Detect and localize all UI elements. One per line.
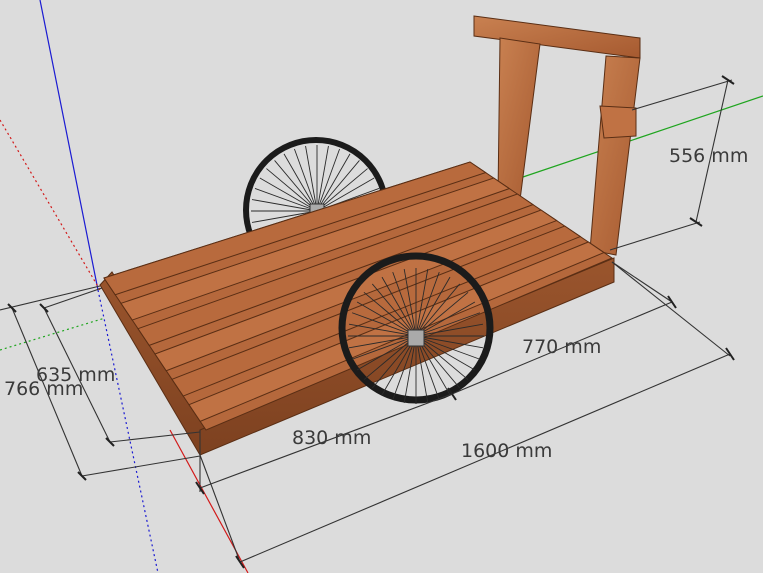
- cart-bed[interactable]: [99, 161, 615, 457]
- front-wheel-hub: [407, 329, 425, 347]
- red-axis-dotted: [0, 119, 101, 291]
- dim-label-overall-width: 766 mm: [4, 378, 83, 400]
- handle-bracket: [599, 105, 637, 139]
- model-viewport[interactable]: 556 mm 770 mm 830 mm 1600 mm 635 mm 766 …: [0, 0, 763, 573]
- dim-label-wheel-offset: 830 mm: [292, 427, 371, 449]
- dim-label-height: 556 mm: [669, 145, 748, 167]
- scene-canvas[interactable]: 556 mm 770 mm 830 mm 1600 mm 635 mm 766 …: [0, 0, 763, 573]
- blue-axis-line: [39, 0, 99, 291]
- dim-label-overall-length: 1600 mm: [461, 440, 552, 462]
- green-axis-dotted: [0, 317, 106, 351]
- handle-left-post: [497, 37, 541, 201]
- handle-top-bar: [473, 15, 641, 59]
- dim-label-inner-length: 770 mm: [522, 336, 601, 358]
- handle-right-post: [589, 55, 641, 256]
